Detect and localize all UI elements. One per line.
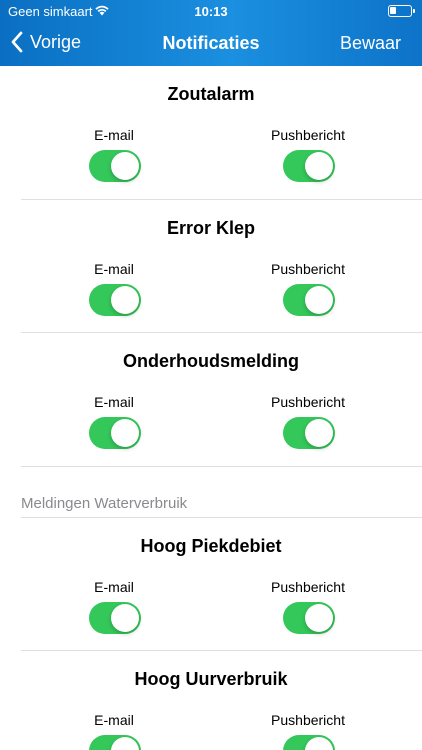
- push-toggle[interactable]: [283, 150, 335, 182]
- email-toggle[interactable]: [89, 735, 141, 750]
- notification-section: Hoog Uurverbruik E-mail Pushbericht: [0, 651, 422, 750]
- section-title: Hoog Piekdebiet: [140, 535, 282, 556]
- toggle-knob: [111, 152, 139, 180]
- toggle-knob: [305, 603, 333, 632]
- email-toggle[interactable]: [89, 601, 141, 634]
- push-toggle[interactable]: [283, 417, 335, 449]
- status-bar: Geen simkaart 10:13: [0, 0, 422, 22]
- battery-level: [390, 7, 396, 14]
- toggle-knob: [111, 285, 139, 314]
- push-label: Pushbericht: [271, 712, 345, 728]
- section-title: Onderhoudsmelding: [122, 351, 299, 371]
- chevron-left-icon: [11, 31, 23, 53]
- toggle-knob: [111, 419, 139, 447]
- email-label: E-mail: [94, 127, 134, 143]
- toggle-knob: [305, 419, 333, 447]
- notification-section: Error Klep E-mail Pushbericht: [0, 200, 422, 333]
- toggle-knob: [305, 285, 333, 314]
- email-label: E-mail: [94, 260, 134, 277]
- toggle-knob: [111, 737, 139, 750]
- notification-section: Onderhoudsmelding E-mail Pushbericht: [0, 333, 422, 467]
- header: Geen simkaart 10:13 Vorige Notificaties …: [0, 0, 422, 66]
- group-header-label: Meldingen Waterverbruik: [21, 494, 188, 512]
- status-time: 10:13: [194, 4, 228, 19]
- save-button[interactable]: Bewaar: [340, 33, 401, 54]
- notification-sections: Zoutalarm E-mail Pushbericht Error Klep …: [0, 66, 422, 467]
- back-label: Vorige: [30, 31, 82, 52]
- push-label: Pushbericht: [271, 394, 345, 410]
- group-header: Meldingen Waterverbruik: [0, 467, 422, 518]
- push-toggle[interactable]: [283, 283, 335, 316]
- nav-bar: Vorige Notificaties Bewaar: [0, 22, 422, 66]
- push-toggle[interactable]: [283, 601, 335, 634]
- notification-section: Hoog Piekdebiet E-mail Pushbericht: [0, 518, 422, 651]
- section-title: Zoutalarm: [167, 84, 255, 104]
- toggle-knob: [305, 737, 333, 750]
- email-label: E-mail: [94, 578, 134, 595]
- back-button[interactable]: Vorige: [10, 31, 81, 53]
- battery-icon: [388, 5, 415, 17]
- email-toggle[interactable]: [89, 283, 141, 316]
- water-usage-sections: Hoog Piekdebiet E-mail Pushbericht Hoog …: [0, 518, 422, 750]
- notification-section: Zoutalarm E-mail Pushbericht: [0, 66, 422, 200]
- email-label: E-mail: [94, 394, 134, 410]
- push-label: Pushbericht: [271, 578, 345, 595]
- push-label: Pushbericht: [271, 260, 345, 277]
- section-title: Hoog Uurverbruik: [134, 669, 288, 689]
- section-title: Error Klep: [166, 217, 256, 238]
- toggle-knob: [305, 152, 333, 180]
- email-toggle[interactable]: [89, 150, 141, 182]
- push-label: Pushbericht: [271, 127, 345, 143]
- toggle-knob: [111, 603, 139, 632]
- email-toggle[interactable]: [89, 417, 141, 449]
- notification-settings: Zoutalarm E-mail Pushbericht Error Klep …: [0, 66, 422, 750]
- email-label: E-mail: [94, 712, 134, 728]
- push-toggle[interactable]: [283, 735, 335, 750]
